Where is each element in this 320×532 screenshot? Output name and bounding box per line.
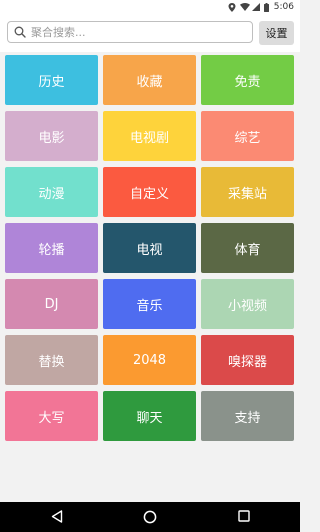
tile-label: 嗅探器 — [227, 354, 267, 370]
app-screen: 5:06 设置 历史 收藏 免责电影 电视剧 综艺动漫 自定义 采集站轮播 电视 体育 DJ 音乐 小… — [0, 0, 300, 532]
category-grid: 历史 收藏 免责电影 电视剧 综艺动漫 自定义 采集站轮播 电视 体育 DJ 音乐 小视频替换 2048… — [5, 55, 295, 441]
tile-label: 电影 — [38, 130, 65, 146]
tile-label: 采集站 — [227, 186, 267, 202]
tile-sniffer[interactable]: 嗅探器 — [201, 335, 294, 385]
tile-2048[interactable]: 2048 — [103, 335, 196, 385]
tile-variety[interactable]: 综艺 — [201, 111, 294, 161]
tile-label: 历史 — [38, 74, 65, 90]
tile-label: 电视剧 — [129, 130, 169, 146]
tile-label: 轮播 — [38, 242, 65, 258]
tile-label: 收藏 — [136, 74, 163, 90]
tile-favorites[interactable]: 收藏 — [103, 55, 196, 105]
tile-uppercase[interactable]: 大写 — [5, 391, 98, 441]
tile-label: 音乐 — [136, 298, 163, 314]
recents-icon[interactable] — [238, 510, 250, 522]
location-icon — [228, 3, 236, 12]
tile-label: 电视 — [136, 242, 163, 258]
tile-label: 综艺 — [234, 130, 261, 146]
tile-label: DJ — [44, 296, 59, 312]
tile-label: 小视频 — [227, 298, 267, 314]
tile-label: 动漫 — [38, 186, 65, 202]
status-bar: 5:06 — [0, 0, 300, 14]
battery-icon — [263, 3, 269, 12]
tile-label: 2048 — [132, 352, 167, 368]
tile-label: 大写 — [38, 410, 65, 426]
tile-sports[interactable]: 体育 — [201, 223, 294, 273]
tile-music[interactable]: 音乐 — [103, 279, 196, 329]
tile-carousel[interactable]: 轮播 — [5, 223, 98, 273]
search-box[interactable] — [7, 21, 253, 43]
search-icon — [14, 26, 26, 38]
tile-collection-site[interactable]: 采集站 — [201, 167, 294, 217]
tile-dj[interactable]: DJ — [5, 279, 98, 329]
tile-short-video[interactable]: 小视频 — [201, 279, 294, 329]
tile-history[interactable]: 历史 — [5, 55, 98, 105]
tile-label: 体育 — [234, 242, 261, 258]
tile-disclaimer[interactable]: 免责 — [201, 55, 294, 105]
tile-label: 支持 — [234, 410, 261, 426]
tile-chat[interactable]: 聊天 — [103, 391, 196, 441]
tile-label: 聊天 — [136, 410, 163, 426]
tile-anime[interactable]: 动漫 — [5, 167, 98, 217]
tile-label: 自定义 — [129, 186, 169, 202]
signal-icon — [251, 3, 260, 11]
tile-tv-series[interactable]: 电视剧 — [103, 111, 196, 161]
tile-tv[interactable]: 电视 — [103, 223, 196, 273]
tile-replace[interactable]: 替换 — [5, 335, 98, 385]
navigation-bar — [0, 502, 300, 532]
back-icon[interactable] — [51, 510, 63, 523]
settings-button[interactable]: 设置 — [259, 21, 294, 45]
home-icon[interactable] — [143, 510, 157, 524]
status-time: 5:06 — [273, 2, 294, 12]
tile-support[interactable]: 支持 — [201, 391, 294, 441]
tile-label: 免责 — [234, 74, 261, 90]
tile-movies[interactable]: 电影 — [5, 111, 98, 161]
wifi-icon — [239, 3, 250, 11]
search-header: 设置 — [0, 14, 300, 52]
tile-label: 替换 — [38, 354, 65, 370]
search-input[interactable] — [31, 25, 231, 39]
tile-custom[interactable]: 自定义 — [103, 167, 196, 217]
